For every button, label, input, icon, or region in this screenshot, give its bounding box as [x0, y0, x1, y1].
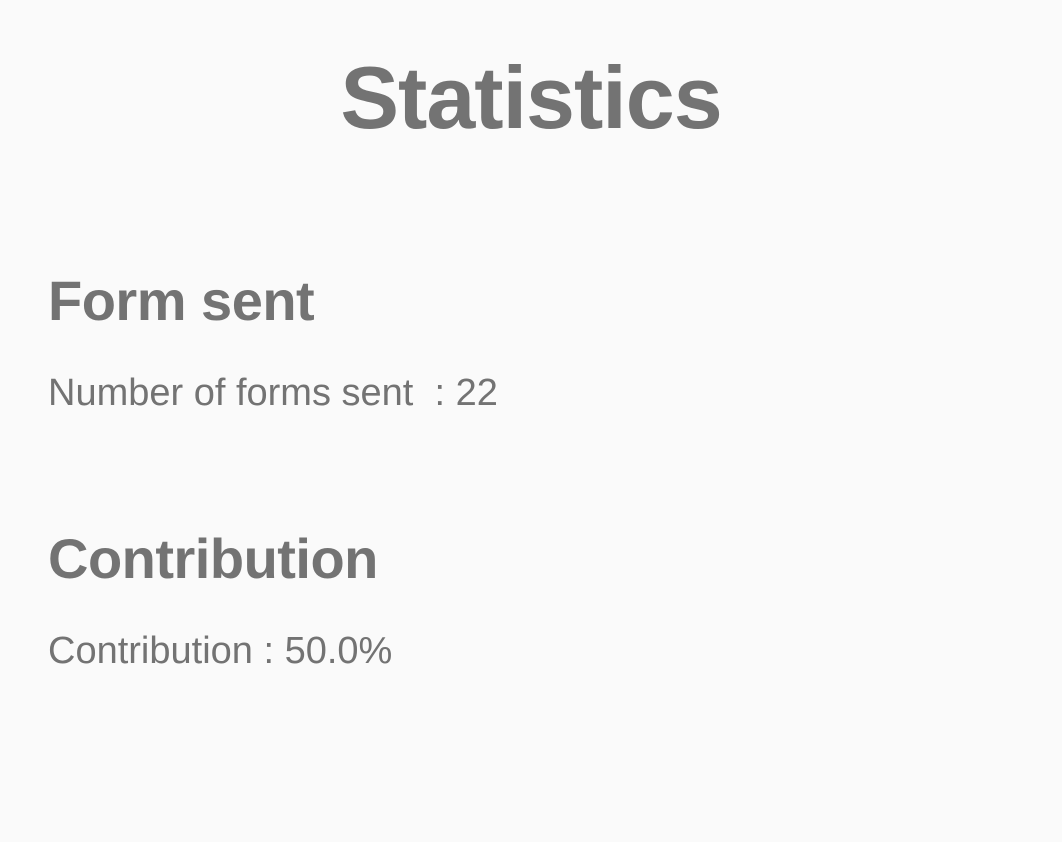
forms-sent-heading: Form sent — [48, 269, 315, 332]
forms-sent-value: 22 — [455, 372, 498, 414]
forms-sent-stat: Number of forms sent : 22 — [48, 370, 498, 416]
contribution-heading: Contribution — [48, 527, 378, 590]
contribution-value: 50.0% — [284, 630, 393, 672]
forms-sent-label: Number of forms sent : — [48, 372, 456, 414]
contribution-label: Contribution : — [48, 630, 285, 672]
page-title: Statistics — [340, 48, 722, 147]
contribution-stat: Contribution : 50.0% — [48, 628, 392, 674]
